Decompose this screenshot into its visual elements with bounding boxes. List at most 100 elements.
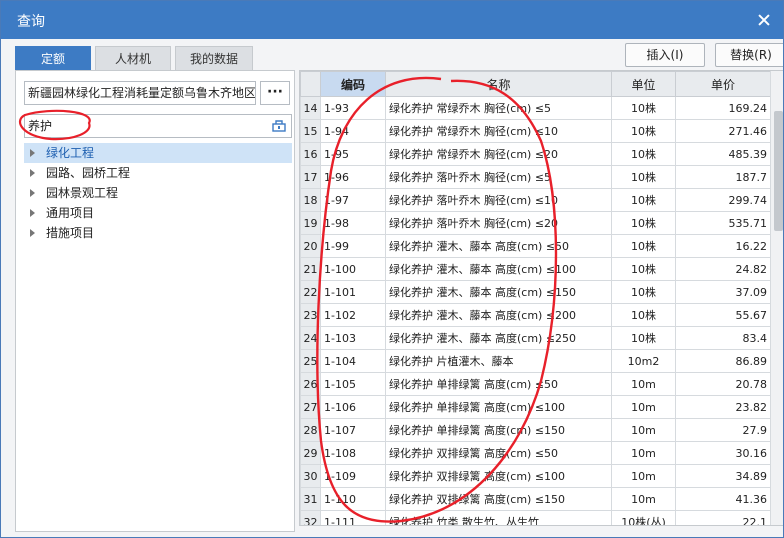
tree-item-general[interactable]: 通用项目	[24, 203, 292, 223]
row-index-cell: 20	[300, 234, 321, 258]
name-cell: 绿化养护 双排绿篱 高度(cm) ≤100	[385, 464, 612, 488]
replace-button[interactable]: 替换(R)	[715, 43, 783, 67]
table-row[interactable]: 27 1-106 绿化养护 单排绿篱 高度(cm) ≤100 10m 23.82	[300, 395, 771, 419]
name-cell: 绿化养护 落叶乔木 胸径(cm) ≤5	[385, 165, 612, 189]
table-row[interactable]: 30 1-109 绿化养护 双排绿篱 高度(cm) ≤100 10m 34.89	[300, 464, 771, 488]
tree-item-measures[interactable]: 措施项目	[24, 223, 292, 243]
tab-quota[interactable]: 定额	[15, 46, 91, 70]
tree-item-garden-road-bridge[interactable]: 园路、园桥工程	[24, 163, 292, 183]
tree-item-label: 绿化工程	[46, 146, 95, 160]
row-index-cell: 15	[300, 119, 321, 143]
column-header-price[interactable]: 单价	[675, 71, 771, 97]
code-cell: 1-105	[320, 372, 386, 396]
name-cell: 绿化养护 片植灌木、藤本	[385, 349, 612, 373]
name-cell: 绿化养护 单排绿篱 高度(cm) ≤50	[385, 372, 612, 396]
expand-arrow-icon[interactable]	[30, 209, 35, 217]
unit-cell: 10m	[611, 395, 676, 419]
tree-item-landscape[interactable]: 园林景观工程	[24, 183, 292, 203]
unit-cell: 10株	[611, 142, 676, 166]
unit-cell: 10株	[611, 280, 676, 304]
table-row[interactable]: 17 1-96 绿化养护 落叶乔木 胸径(cm) ≤5 10株 187.7	[300, 165, 771, 189]
name-cell: 绿化养护 常绿乔木 胸径(cm) ≤20	[385, 142, 612, 166]
row-index-header	[300, 71, 321, 97]
row-index-cell: 23	[300, 303, 321, 327]
price-cell: 30.16	[675, 441, 771, 465]
unit-cell: 10株	[611, 188, 676, 212]
code-cell: 1-106	[320, 395, 386, 419]
row-index-cell: 14	[300, 96, 321, 120]
unit-cell: 10m	[611, 441, 676, 465]
expand-arrow-icon[interactable]	[30, 229, 35, 237]
table-row[interactable]: 19 1-98 绿化养护 落叶乔木 胸径(cm) ≤20 10株 535.71	[300, 211, 771, 235]
row-index-cell: 17	[300, 165, 321, 189]
unit-cell: 10株	[611, 326, 676, 350]
unit-cell: 10株	[611, 119, 676, 143]
price-cell: 271.46	[675, 119, 771, 143]
query-dialog: 查询 定额 人材机 我的数据 插入(I) 替换(R) 新疆园林绿化工程消耗量定额…	[0, 0, 784, 538]
close-icon[interactable]	[757, 13, 771, 27]
table-row[interactable]: 25 1-104 绿化养护 片植灌木、藤本 10m2 86.89	[300, 349, 771, 373]
scrollbar-thumb[interactable]	[774, 111, 783, 231]
table-row[interactable]: 14 1-93 绿化养护 常绿乔木 胸径(cm) ≤5 10株 169.24	[300, 96, 771, 120]
row-index-cell: 30	[300, 464, 321, 488]
code-cell: 1-110	[320, 487, 386, 511]
table-row[interactable]: 16 1-95 绿化养护 常绿乔木 胸径(cm) ≤20 10株 485.39	[300, 142, 771, 166]
title-bar: 查询	[1, 1, 783, 39]
table-row[interactable]: 31 1-110 绿化养护 双排绿篱 高度(cm) ≤150 10m 41.36	[300, 487, 771, 511]
unit-cell: 10m	[611, 418, 676, 442]
price-cell: 37.09	[675, 280, 771, 304]
price-cell: 187.7	[675, 165, 771, 189]
expand-arrow-icon[interactable]	[30, 169, 35, 177]
search-settings-icon[interactable]	[272, 118, 286, 132]
vertical-scrollbar[interactable]	[770, 71, 783, 525]
table-row[interactable]: 23 1-102 绿化养护 灌木、藤本 高度(cm) ≤200 10株 55.67	[300, 303, 771, 327]
column-header-name[interactable]: 名称	[385, 71, 612, 97]
table-row[interactable]: 15 1-94 绿化养护 常绿乔木 胸径(cm) ≤10 10株 271.46	[300, 119, 771, 143]
expand-arrow-icon[interactable]	[30, 149, 35, 157]
table-row[interactable]: 28 1-107 绿化养护 单排绿篱 高度(cm) ≤150 10m 27.9	[300, 418, 771, 442]
price-cell: 22.1	[675, 510, 771, 525]
name-cell: 绿化养护 竹类 散生竹、丛生竹	[385, 510, 612, 525]
code-cell: 1-103	[320, 326, 386, 350]
insert-button[interactable]: 插入(I)	[625, 43, 705, 67]
unit-cell: 10株	[611, 96, 676, 120]
row-index-cell: 28	[300, 418, 321, 442]
quota-library-field[interactable]: 新疆园林绿化工程消耗量定额乌鲁木齐地区单	[24, 81, 256, 105]
unit-cell: 10株	[611, 165, 676, 189]
table-row[interactable]: 21 1-100 绿化养护 灌木、藤本 高度(cm) ≤100 10株 24.82	[300, 257, 771, 281]
table-row[interactable]: 29 1-108 绿化养护 双排绿篱 高度(cm) ≤50 10m 30.16	[300, 441, 771, 465]
column-header-unit[interactable]: 单位	[611, 71, 676, 97]
price-cell: 86.89	[675, 349, 771, 373]
tab-my-data[interactable]: 我的数据	[175, 46, 253, 70]
price-cell: 23.82	[675, 395, 771, 419]
name-cell: 绿化养护 双排绿篱 高度(cm) ≤150	[385, 487, 612, 511]
name-cell: 绿化养护 常绿乔木 胸径(cm) ≤5	[385, 96, 612, 120]
table-row[interactable]: 22 1-101 绿化养护 灌木、藤本 高度(cm) ≤150 10株 37.09	[300, 280, 771, 304]
tab-labor-material-machine[interactable]: 人材机	[95, 46, 171, 70]
name-cell: 绿化养护 灌木、藤本 高度(cm) ≤50	[385, 234, 612, 258]
tree-item-greening[interactable]: 绿化工程	[24, 143, 292, 163]
name-cell: 绿化养护 单排绿篱 高度(cm) ≤150	[385, 418, 612, 442]
row-index-cell: 32	[300, 510, 321, 525]
code-cell: 1-102	[320, 303, 386, 327]
tree-item-label: 园林景观工程	[46, 186, 119, 200]
library-more-button[interactable]: ···	[260, 81, 290, 105]
row-index-cell: 26	[300, 372, 321, 396]
name-cell: 绿化养护 灌木、藤本 高度(cm) ≤250	[385, 326, 612, 350]
table-row[interactable]: 26 1-105 绿化养护 单排绿篱 高度(cm) ≤50 10m 20.78	[300, 372, 771, 396]
code-cell: 1-94	[320, 119, 386, 143]
row-index-cell: 31	[300, 487, 321, 511]
price-cell: 299.74	[675, 188, 771, 212]
search-input[interactable]: 养护	[24, 114, 292, 138]
unit-cell: 10株	[611, 303, 676, 327]
table-row[interactable]: 32 1-111 绿化养护 竹类 散生竹、丛生竹 10株(丛) 22.1	[300, 510, 771, 525]
expand-arrow-icon[interactable]	[30, 189, 35, 197]
table-row[interactable]: 18 1-97 绿化养护 落叶乔木 胸径(cm) ≤10 10株 299.74	[300, 188, 771, 212]
column-header-code[interactable]: 编码	[320, 71, 386, 97]
table-row[interactable]: 20 1-99 绿化养护 灌木、藤本 高度(cm) ≤50 10株 16.22	[300, 234, 771, 258]
category-tree: 绿化工程 园路、园桥工程 园林景观工程 通用项目 措施项目	[24, 143, 292, 243]
price-cell: 27.9	[675, 418, 771, 442]
unit-cell: 10m	[611, 464, 676, 488]
price-cell: 169.24	[675, 96, 771, 120]
table-row[interactable]: 24 1-103 绿化养护 灌木、藤本 高度(cm) ≤250 10株 83.4	[300, 326, 771, 350]
